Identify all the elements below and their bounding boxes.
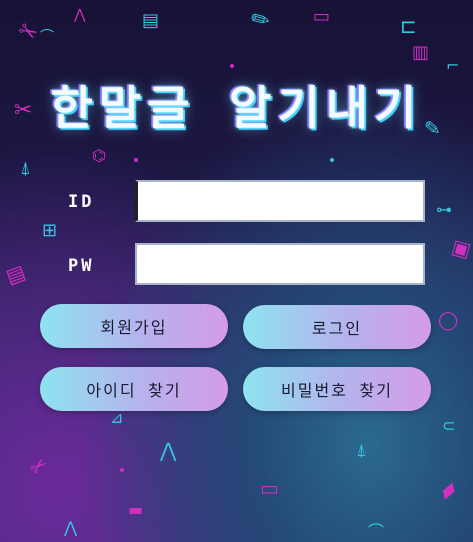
paperclip-icon-3: ⊂ xyxy=(442,416,456,435)
sparkle-dot xyxy=(120,468,124,472)
sparkle-dot xyxy=(330,158,334,162)
book-icon: ▤ xyxy=(142,10,160,31)
pencil-case-icon-2: ▭ xyxy=(260,476,279,500)
stapler-icon-2: ⌬ xyxy=(92,146,106,165)
find-password-button[interactable]: 비밀번호 찾기 xyxy=(243,367,431,411)
compass-icon-2: ⍋ xyxy=(20,158,31,179)
paperclip-icon: ⌒ xyxy=(40,29,54,45)
ruler-icon-4: ⊿ xyxy=(110,408,124,427)
id-input[interactable] xyxy=(135,180,425,222)
pencil-case-icon: ▭ xyxy=(313,6,331,27)
book-icon-2: ▣ xyxy=(449,233,473,263)
ruler-icon-2: ⊶ xyxy=(436,200,452,219)
pencil-icon: ✎ xyxy=(246,5,276,37)
pw-label: PW xyxy=(68,256,95,276)
compass-icon-5: ⋀ xyxy=(64,518,78,537)
paperclip-icon-2: ◯ xyxy=(438,310,459,331)
scissors-icon-3: ✂ xyxy=(24,451,53,481)
eraser-icon-2: ▰ xyxy=(433,475,463,506)
page-title: 한말글 알기내기 xyxy=(50,81,423,135)
stapler-icon: ⊏ xyxy=(400,14,417,38)
ruler-icon-3: ▤ xyxy=(2,259,29,289)
signup-button[interactable]: 회원가입 xyxy=(40,304,228,348)
find-id-button[interactable]: 아이디 찾기 xyxy=(40,367,228,411)
compass-icon-3: ⋀ xyxy=(160,438,177,462)
compass-icon-4: ⍋ xyxy=(356,440,367,461)
compass-icon: ⋀ xyxy=(74,7,86,23)
sparkle-dot xyxy=(230,64,234,68)
ruler-icon: ▥ xyxy=(412,42,430,63)
pencil-icon-3: ⊞ xyxy=(42,220,58,241)
stapler-icon-3: ⌒ xyxy=(368,522,385,541)
sparkle-dot xyxy=(134,158,138,162)
login-button[interactable]: 로그인 xyxy=(243,305,431,349)
scissors-icon: ✂ xyxy=(13,17,42,49)
book-icon-3: ▬ xyxy=(128,500,144,519)
password-input[interactable] xyxy=(135,243,425,285)
id-label: ID xyxy=(68,192,95,212)
